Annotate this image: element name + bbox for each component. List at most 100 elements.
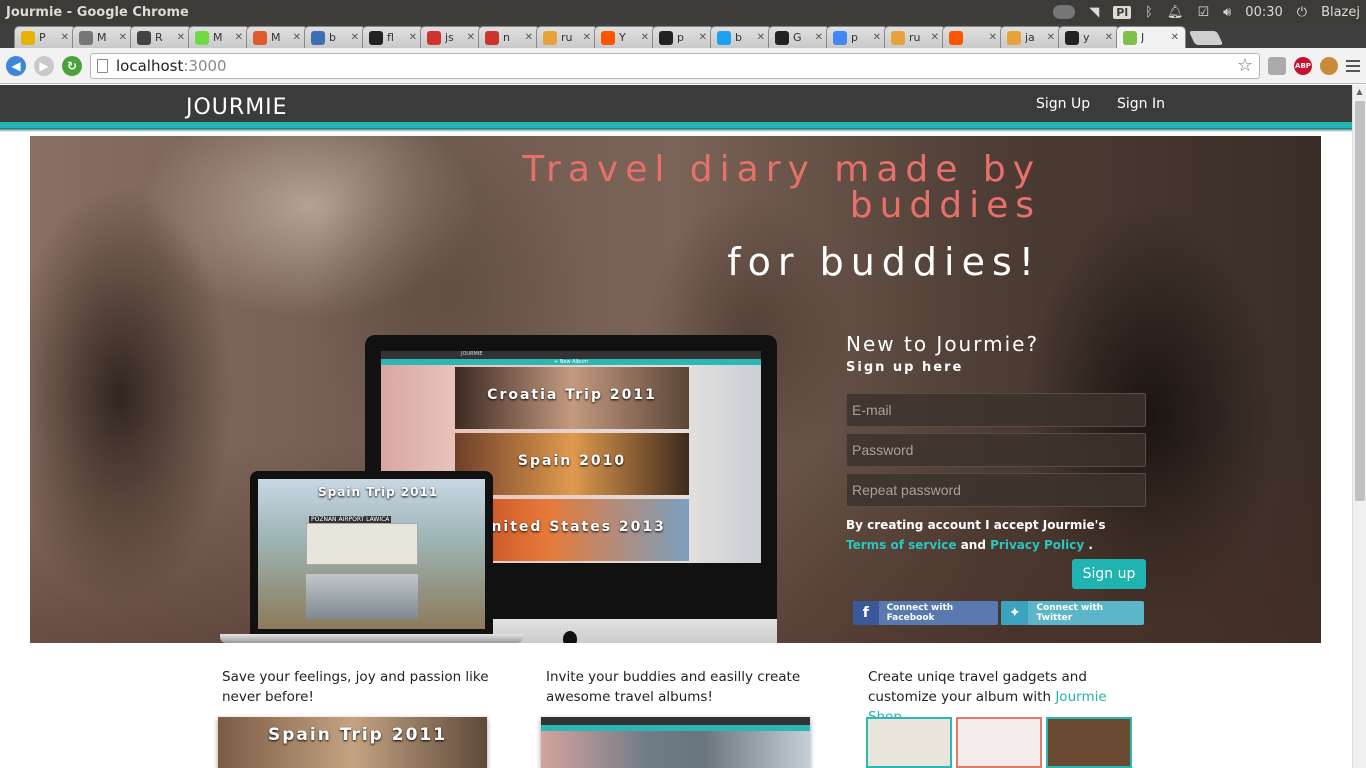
feature-text: Invite your buddies and easilly create a… <box>546 669 801 705</box>
tab-close-icon[interactable]: ✕ <box>235 32 243 43</box>
bluetooth-icon[interactable]: ᛒ <box>1145 5 1153 20</box>
tab-close-icon[interactable]: ✕ <box>699 32 707 43</box>
browser-tab[interactable]: ru ✕ <box>884 26 946 48</box>
tab-label: G <box>793 31 802 44</box>
keyboard-layout-indicator[interactable]: Pl <box>1113 5 1132 19</box>
password-field[interactable] <box>846 433 1146 467</box>
email-field[interactable] <box>846 393 1146 427</box>
tab-close-icon[interactable]: ✕ <box>119 32 127 43</box>
apple-logo-icon <box>563 631 577 643</box>
browser-tab[interactable]: b ✕ <box>710 26 772 48</box>
browser-tab[interactable]: M ✕ <box>188 26 250 48</box>
browser-tab[interactable]: js ✕ <box>420 26 482 48</box>
tab-close-icon[interactable]: ✕ <box>873 32 881 43</box>
clock[interactable]: 00:30 <box>1245 5 1282 20</box>
laptop-mockup: Spain Trip 2011 POZNAN AIRPORT LAWICA <box>220 471 523 643</box>
scrollbar-thumb[interactable] <box>1355 101 1365 501</box>
intel-icon[interactable] <box>1053 5 1076 19</box>
notification-bell-icon[interactable]: 🔔︎ <box>1167 5 1184 20</box>
tab-close-icon[interactable]: ✕ <box>525 32 533 43</box>
tab-close-icon[interactable]: ✕ <box>641 32 649 43</box>
browser-tab[interactable]: b ✕ <box>304 26 366 48</box>
browser-tab[interactable]: M ✕ <box>72 26 134 48</box>
github-icon <box>369 30 383 45</box>
chrome-menu-icon[interactable] <box>1346 59 1360 72</box>
new-tab-button[interactable] <box>1188 31 1224 45</box>
tab-close-icon[interactable]: ✕ <box>583 32 591 43</box>
twitter-icon: ✦ <box>1001 601 1029 625</box>
twitter-connect-button[interactable]: ✦ Connect with Twitter <box>1001 601 1144 625</box>
tab-close-icon[interactable]: ✕ <box>467 32 475 43</box>
bookmark-star-icon[interactable]: ☆ <box>1237 55 1253 76</box>
mock-header: JOURMIE <box>381 351 761 359</box>
browser-tab[interactable]: G ✕ <box>768 26 830 48</box>
browser-tab[interactable]: ✕ <box>942 26 1004 48</box>
tab-close-icon[interactable]: ✕ <box>177 32 185 43</box>
page-scrollbar[interactable]: ▲ <box>1352 85 1366 768</box>
check-icon[interactable]: ☑ <box>1197 5 1209 20</box>
browser-tab[interactable]: R ✕ <box>130 26 192 48</box>
cookie-icon[interactable] <box>1320 56 1338 75</box>
gadget-thumb <box>956 717 1042 768</box>
adblock-plus-icon[interactable]: ABP <box>1294 56 1312 75</box>
window-title: Jourmie - Google Chrome <box>6 4 189 20</box>
terms-text: By creating account I accept Jourmie's <box>846 518 1106 532</box>
extension-pages-icon[interactable] <box>1268 56 1286 75</box>
tab-label: p <box>677 31 684 44</box>
terms-link[interactable]: Terms of service <box>846 538 957 552</box>
scroll-up-arrow-icon[interactable]: ▲ <box>1353 85 1366 99</box>
page-icon <box>97 58 108 73</box>
browser-tab[interactable]: ja ✕ <box>1000 26 1062 48</box>
signup-subtitle: Sign up here <box>846 360 964 375</box>
tab-label: b <box>735 31 742 44</box>
mock-map-label: POZNAN AIRPORT LAWICA <box>309 516 392 523</box>
browser-tab[interactable]: p ✕ <box>652 26 714 48</box>
github-icon <box>775 30 789 45</box>
browser-tab[interactable]: J ✕ <box>1116 26 1186 48</box>
browser-tab[interactable]: M ✕ <box>246 26 308 48</box>
tab-close-icon[interactable]: ✕ <box>1105 32 1113 43</box>
user-name[interactable]: Blazej <box>1321 5 1360 20</box>
browser-tab[interactable]: n ✕ <box>478 26 540 48</box>
tab-close-icon[interactable]: ✕ <box>1171 32 1179 43</box>
facebook-connect-button[interactable]: f Connect with Facebook <box>853 601 998 625</box>
nav-sign-in-link[interactable]: Sign In <box>1117 96 1165 112</box>
mock-new-album-bar: + New Album <box>381 359 761 365</box>
browser-tab[interactable]: Y ✕ <box>594 26 656 48</box>
os-top-bar: Jourmie - Google Chrome ◥ Pl ᛒ 🔔︎ ☑ 🔊︎ 0… <box>0 0 1366 24</box>
power-icon[interactable]: ⏻ <box>1297 5 1307 20</box>
tab-strip: P ✕ M ✕ R ✕ M ✕ M ✕ b ✕ fl ✕ js ✕ n ✕ ru ✕ Y ✕ p ✕ b ✕ G ✕ p ✕ ru ✕ ✕ ja ✕… <box>0 24 1366 48</box>
bookmark-icon <box>1007 30 1021 45</box>
signup-button[interactable]: Sign up <box>1072 559 1146 589</box>
tab-close-icon[interactable]: ✕ <box>409 32 417 43</box>
tab-label: b <box>329 31 336 44</box>
tab-close-icon[interactable]: ✕ <box>293 32 301 43</box>
browser-tab[interactable]: y ✕ <box>1058 26 1120 48</box>
site-logo[interactable]: JOURMIE <box>186 95 288 120</box>
reload-button[interactable]: ↻ <box>62 55 82 76</box>
mock-album-card: Croatia Trip 2011 <box>455 367 689 429</box>
tab-close-icon[interactable]: ✕ <box>931 32 939 43</box>
hero-tagline: Travel diary made by buddies <box>522 149 1041 226</box>
system-tray: ◥ Pl ᛒ 🔔︎ ☑ 🔊︎ 00:30 ⏻ Blazej <box>1053 5 1360 20</box>
ruby-icon <box>427 30 441 45</box>
tab-close-icon[interactable]: ✕ <box>351 32 359 43</box>
privacy-link[interactable]: Privacy Policy <box>990 538 1084 552</box>
browser-tab[interactable]: ru ✕ <box>536 26 598 48</box>
repeat-password-field[interactable] <box>846 473 1146 507</box>
tab-close-icon[interactable]: ✕ <box>1047 32 1055 43</box>
back-button[interactable]: ◀ <box>6 55 26 76</box>
volume-icon[interactable]: 🔊︎ <box>1223 5 1231 20</box>
nav-sign-up-link[interactable]: Sign Up <box>1036 96 1090 112</box>
tab-close-icon[interactable]: ✕ <box>61 32 69 43</box>
tab-close-icon[interactable]: ✕ <box>989 32 997 43</box>
address-bar[interactable]: localhost:3000 ☆ <box>90 52 1260 79</box>
browser-tab[interactable]: P ✕ <box>14 26 76 48</box>
wifi-icon[interactable]: ◥ <box>1089 5 1099 20</box>
browser-tab[interactable]: p ✕ <box>826 26 888 48</box>
mock-map: POZNAN AIRPORT LAWICA <box>306 516 418 565</box>
tab-close-icon[interactable]: ✕ <box>757 32 765 43</box>
tab-close-icon[interactable]: ✕ <box>815 32 823 43</box>
forward-button[interactable]: ▶ <box>34 55 54 76</box>
browser-tab[interactable]: fl ✕ <box>362 26 424 48</box>
